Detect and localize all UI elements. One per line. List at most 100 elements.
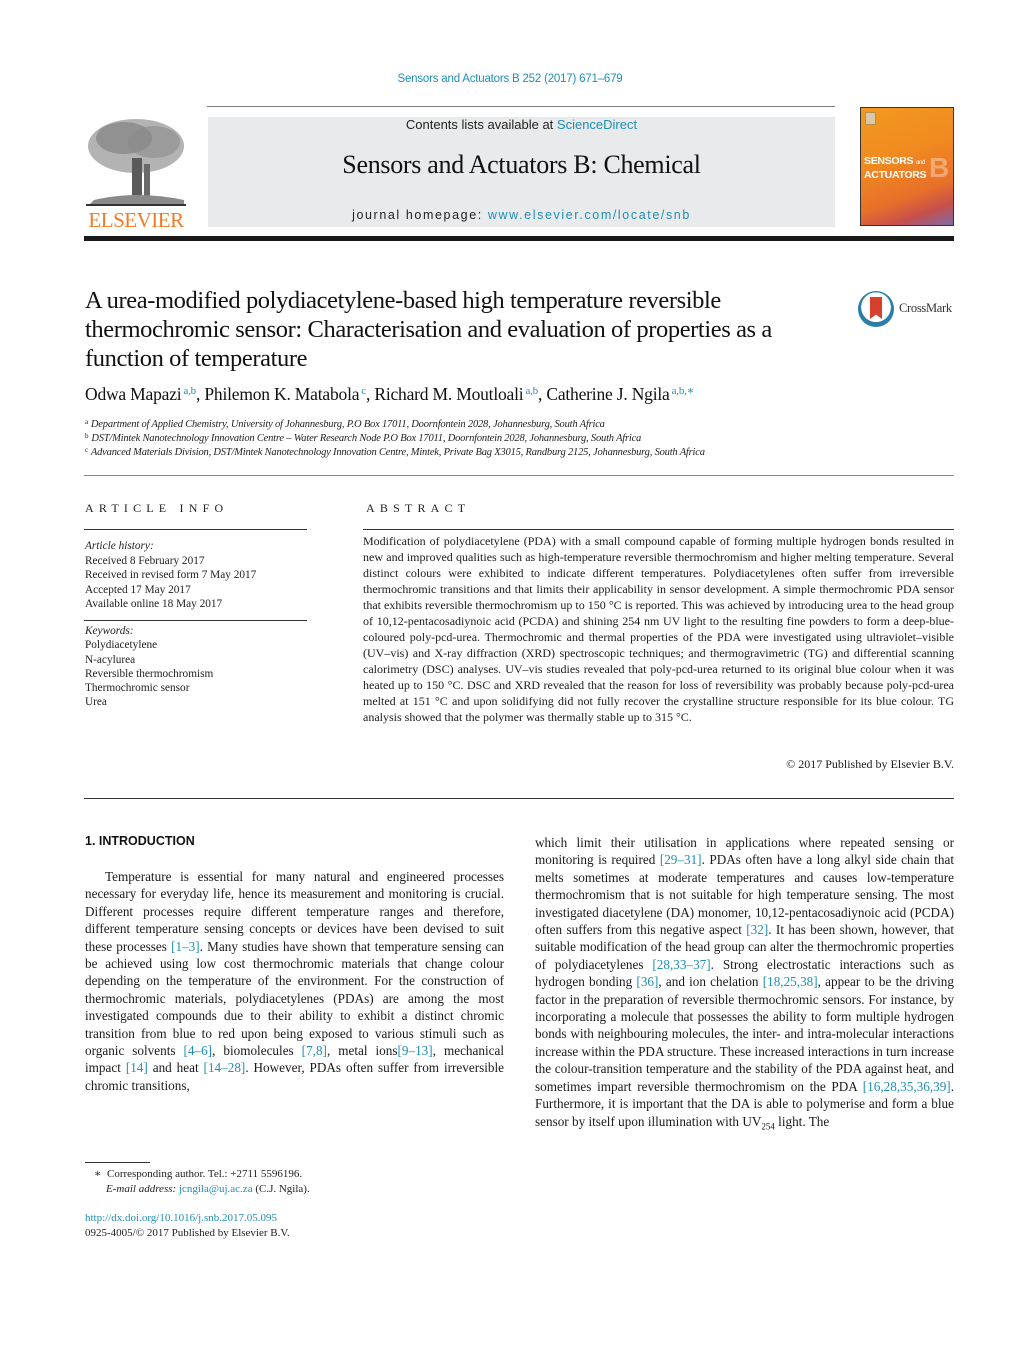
affiliation-key: c bbox=[85, 446, 88, 454]
doi-block: http://dx.doi.org/10.1016/j.snb.2017.05.… bbox=[85, 1211, 290, 1240]
citation-link[interactable]: [9–13] bbox=[398, 1043, 433, 1058]
intro-paragraph: Temperature is essential for many natura… bbox=[85, 868, 504, 1094]
journal-homepage-link[interactable]: www.elsevier.com/locate/snb bbox=[488, 208, 691, 222]
sciencedirect-link[interactable]: ScienceDirect bbox=[557, 117, 637, 132]
text-run: . Many studies have shown that temperatu… bbox=[85, 938, 504, 1059]
homepage-prefix: journal homepage: bbox=[352, 208, 488, 222]
keyword: Polydiacetylene bbox=[85, 639, 158, 652]
citation-link[interactable]: [16,28,35,36,39] bbox=[863, 1079, 951, 1094]
cover-title-line1: SENSORS bbox=[864, 155, 914, 167]
contents-line: Contents lists available at ScienceDirec… bbox=[208, 117, 835, 132]
affiliation-key: a bbox=[85, 418, 88, 426]
author-name: Richard M. Moutloali bbox=[374, 384, 524, 404]
abstract-heading: ABSTRACT bbox=[366, 501, 471, 515]
email-label: E-mail address: bbox=[106, 1182, 179, 1195]
article-title: A urea-modified polydiacetylene-based hi… bbox=[85, 287, 772, 372]
doi-link[interactable]: http://dx.doi.org/10.1016/j.snb.2017.05.… bbox=[85, 1211, 290, 1226]
journal-reference-link[interactable]: Sensors and Actuators B 252 (2017) 671–6… bbox=[0, 73, 1020, 85]
citation-link[interactable]: [7,8] bbox=[302, 1043, 327, 1058]
header-thick-rule bbox=[84, 236, 954, 241]
crossmark-button[interactable]: CrossMark bbox=[858, 290, 958, 330]
author[interactable]: Richard M. Moutloali a,b bbox=[374, 384, 538, 404]
journal-title: Sensors and Actuators B: Chemical bbox=[342, 150, 701, 179]
text-run: , biomolecules bbox=[212, 1043, 302, 1059]
article-history: Article history: Received 8 February 201… bbox=[85, 539, 310, 612]
crossmark-label: CrossMark bbox=[899, 301, 952, 315]
cover-title: SENSORS and ACTUATORS bbox=[864, 155, 927, 181]
abstract-rule bbox=[363, 529, 954, 530]
author[interactable]: Catherine J. Ngila a,b,∗ bbox=[546, 384, 694, 404]
keywords-label: Keywords: bbox=[85, 625, 134, 637]
history-item: Available online 18 May 2017 bbox=[85, 598, 223, 610]
issn-copyright-line: 0925-4005/© 2017 Published by Elsevier B… bbox=[85, 1226, 290, 1239]
elsevier-tree-icon bbox=[86, 119, 186, 206]
text-run: , appear to be the driving factor in the… bbox=[535, 974, 954, 1094]
text-run: , and ion chelation bbox=[658, 974, 763, 990]
text-run: light. The bbox=[774, 1113, 830, 1129]
citation-link[interactable]: [28,33–37] bbox=[652, 957, 710, 972]
article-info-rule bbox=[84, 529, 307, 530]
affiliation: a Department of Applied Chemistry, Univer… bbox=[85, 418, 605, 430]
body-column-right: which limit their utilisation in applica… bbox=[535, 834, 954, 1136]
author[interactable]: Philemon K. Matabola c bbox=[204, 384, 366, 404]
corresponding-author-footnote: ∗ Corresponding author. Tel.: +2711 5596… bbox=[85, 1167, 485, 1196]
abstract-end-rule bbox=[84, 798, 954, 799]
email-link[interactable]: jcngila@uj.ac.za bbox=[179, 1183, 253, 1195]
intro-paragraph-continued: which limit their utilisation in applica… bbox=[535, 834, 954, 1136]
keywords-list: Keywords: Polydiacetylene N-acylurea Rev… bbox=[85, 624, 310, 710]
elsevier-wordmark: ELSEVIER bbox=[88, 208, 184, 232]
cover-title-line2: ACTUATORS bbox=[864, 169, 927, 181]
citation-link[interactable]: [36] bbox=[636, 974, 658, 989]
affiliation-key: b bbox=[85, 432, 89, 440]
affiliation: b DST/Mintek Nanotechnology Innovation Ce… bbox=[85, 432, 641, 444]
text-run: , metal ions bbox=[326, 1043, 398, 1059]
abstract-text: Modification of polydiacetylene (PDA) wi… bbox=[363, 534, 954, 724]
text-run: and heat bbox=[147, 1060, 204, 1076]
history-label: Article history: bbox=[85, 540, 154, 552]
affiliation-text: Department of Applied Chemistry, Univers… bbox=[90, 419, 605, 430]
footnote-mark: ∗ bbox=[94, 1168, 102, 1180]
author-affiliation-link[interactable]: a,b,∗ bbox=[672, 385, 695, 397]
affiliation: c Advanced Materials Division, DST/Mintek… bbox=[85, 446, 705, 458]
citation-link[interactable]: [32] bbox=[746, 922, 768, 937]
citation-link[interactable]: [29–31] bbox=[660, 852, 702, 867]
keyword: Thermochromic sensor bbox=[85, 682, 190, 695]
affiliation-text: DST/Mintek Nanotechnology Innovation Cen… bbox=[91, 433, 642, 444]
keywords-rule bbox=[84, 620, 307, 621]
citation-link[interactable]: [1–3] bbox=[171, 939, 200, 954]
body-column-left: Temperature is essential for many natura… bbox=[85, 868, 504, 1094]
contents-prefix: Contents lists available at bbox=[405, 117, 557, 132]
citation-link[interactable]: [14–28] bbox=[204, 1060, 246, 1075]
keyword: Urea bbox=[85, 696, 107, 709]
cover-title-and: and bbox=[915, 160, 925, 166]
author[interactable]: Odwa Mapazi a,b bbox=[85, 384, 196, 404]
citation-link[interactable]: [4–6] bbox=[184, 1043, 213, 1058]
citation-link[interactable]: [14] bbox=[126, 1060, 148, 1075]
header-rule bbox=[207, 106, 835, 107]
article-info-heading: ARTICLE INFO bbox=[85, 501, 229, 515]
author-list: Odwa Mapazi a,b, Philemon K. Matabola c, R… bbox=[85, 384, 945, 405]
abstract-copyright: © 2017 Published by Elsevier B.V. bbox=[786, 757, 954, 771]
history-item: Received in revised form 7 May 2017 bbox=[85, 569, 257, 581]
author-name: Philemon K. Matabola bbox=[204, 384, 360, 404]
cover-publisher-icon bbox=[865, 112, 876, 125]
citation-link[interactable]: [18,25,38] bbox=[763, 974, 818, 989]
subscript: 254 bbox=[761, 1121, 775, 1132]
affiliation-text: Advanced Materials Division, DST/Mintek … bbox=[90, 447, 705, 458]
section-heading-introduction: 1. INTRODUCTION bbox=[85, 834, 195, 848]
author-affiliation-link[interactable]: a,b bbox=[525, 385, 538, 397]
elsevier-logo[interactable]: ELSEVIER bbox=[84, 116, 188, 232]
affiliation-rule bbox=[84, 475, 954, 476]
author-name: Catherine J. Ngila bbox=[546, 384, 670, 404]
author-name: Odwa Mapazi bbox=[85, 384, 182, 404]
history-item: Accepted 17 May 2017 bbox=[85, 583, 191, 596]
footnote-rule bbox=[85, 1162, 150, 1163]
cover-letter: B bbox=[929, 152, 950, 183]
keyword: N-acylurea bbox=[85, 653, 136, 666]
journal-homepage-line: journal homepage: www.elsevier.com/locat… bbox=[208, 208, 835, 222]
author-affiliation-link[interactable]: a,b bbox=[183, 385, 196, 397]
keyword: Reversible thermochromism bbox=[85, 667, 214, 680]
email-suffix: (C.J. Ngila). bbox=[252, 1182, 310, 1195]
journal-cover-image[interactable]: SENSORS and ACTUATORS B bbox=[860, 107, 954, 226]
history-item: Received 8 February 2017 bbox=[85, 554, 205, 567]
